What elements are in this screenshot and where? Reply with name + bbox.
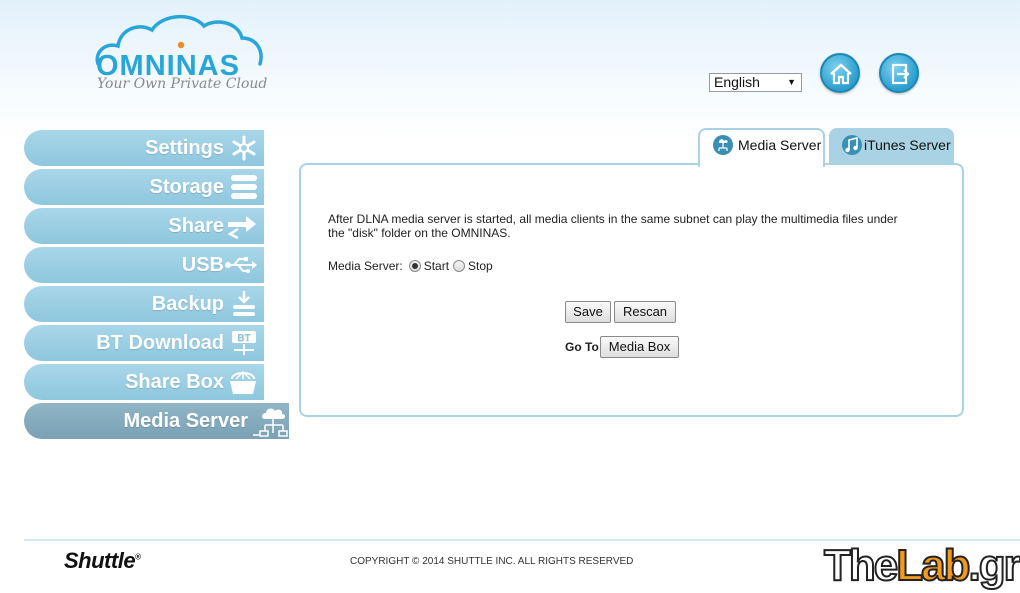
goto-label: Go To <box>565 340 599 354</box>
language-select[interactable]: English ▼ <box>709 73 802 92</box>
media-server-cloud-icon <box>253 408 288 437</box>
save-button[interactable]: Save <box>565 301 611 323</box>
thelab-watermark: TheLab.gr <box>823 540 1020 591</box>
watermark-part: .gr <box>967 540 1020 591</box>
sidebar-item-media-server[interactable]: Media Server <box>24 403 289 439</box>
sidebar-item-bt-download[interactable]: BT Download BT <box>24 325 264 361</box>
registered-mark-icon: ® <box>135 552 141 562</box>
sidebar-nav: Settings Storage Share USB Backup BT Dow… <box>24 130 290 442</box>
sidebar-item-backup[interactable]: Backup <box>24 286 264 322</box>
sidebar-item-label: USB <box>181 254 224 276</box>
sidebar-item-usb[interactable]: USB <box>24 247 264 283</box>
stop-radio[interactable] <box>453 260 466 272</box>
storage-stack-icon <box>231 175 257 199</box>
stop-label: Stop <box>468 259 493 273</box>
home-button[interactable] <box>820 53 860 93</box>
start-radio[interactable] <box>408 260 421 272</box>
tab-itunes-server[interactable]: iTunes Server <box>829 128 954 165</box>
media-server-tab-icon <box>713 135 733 155</box>
sidebar-item-label: Storage <box>149 176 224 198</box>
sidebar-item-share-box[interactable]: Share Box <box>24 364 264 400</box>
media-server-label: Media Server: <box>328 259 403 273</box>
snowflake-gear-icon <box>232 135 256 161</box>
description-line: the "disk" folder on the OMNINAS. <box>328 226 511 240</box>
share-box-icon <box>230 370 256 394</box>
sidebar-item-label: Backup <box>151 293 224 315</box>
language-value: English <box>714 74 760 90</box>
share-arrows-icon <box>227 216 256 239</box>
copyright-text: COPYRIGHT © 2014 SHUTTLE INC. ALL RIGHTS… <box>350 556 634 567</box>
tab-media-server[interactable]: Media Server <box>698 128 825 167</box>
sidebar-item-label: Share Box <box>125 371 224 393</box>
music-note-icon <box>842 135 862 155</box>
usb-icon <box>225 257 257 273</box>
footer-brand: Shuttle <box>64 548 136 573</box>
media-box-button[interactable]: Media Box <box>600 336 679 358</box>
watermark-part: The <box>823 540 899 591</box>
bt-download-icon: BT <box>232 331 256 355</box>
dropdown-arrow-icon: ▼ <box>787 77 796 87</box>
sidebar-item-storage[interactable]: Storage <box>24 169 264 205</box>
sidebar-item-settings[interactable]: Settings <box>24 130 264 166</box>
description-text: After DLNA media server is started, all … <box>328 212 928 240</box>
sidebar-item-label: Share <box>168 215 224 237</box>
media-server-toggle-row: Media Server: Start Stop <box>328 259 493 273</box>
media-server-panel: After DLNA media server is started, all … <box>299 163 964 417</box>
sidebar-item-label: Media Server <box>123 410 248 432</box>
brand-tagline: Your Own Private Cloud <box>97 76 268 92</box>
sidebar-item-label: BT Download <box>96 332 224 354</box>
tab-label: iTunes Server <box>864 137 951 153</box>
logout-button[interactable] <box>879 53 919 93</box>
shuttle-logo: Shuttle® <box>64 548 141 574</box>
svg-text:BT: BT <box>237 333 250 344</box>
sidebar-item-label: Settings <box>145 137 224 159</box>
watermark-part: Lab <box>895 540 971 591</box>
description-line: After DLNA media server is started, all … <box>328 212 898 226</box>
backup-download-icon <box>233 291 255 316</box>
sidebar-item-share[interactable]: Share <box>24 208 264 244</box>
tab-label: Media Server <box>738 137 822 153</box>
rescan-button[interactable]: Rescan <box>614 301 676 323</box>
start-label: Start <box>423 259 450 273</box>
logout-icon <box>891 63 910 85</box>
omninas-logo: OMNINAS Your Own Private Cloud <box>92 12 267 97</box>
home-icon <box>830 63 852 85</box>
